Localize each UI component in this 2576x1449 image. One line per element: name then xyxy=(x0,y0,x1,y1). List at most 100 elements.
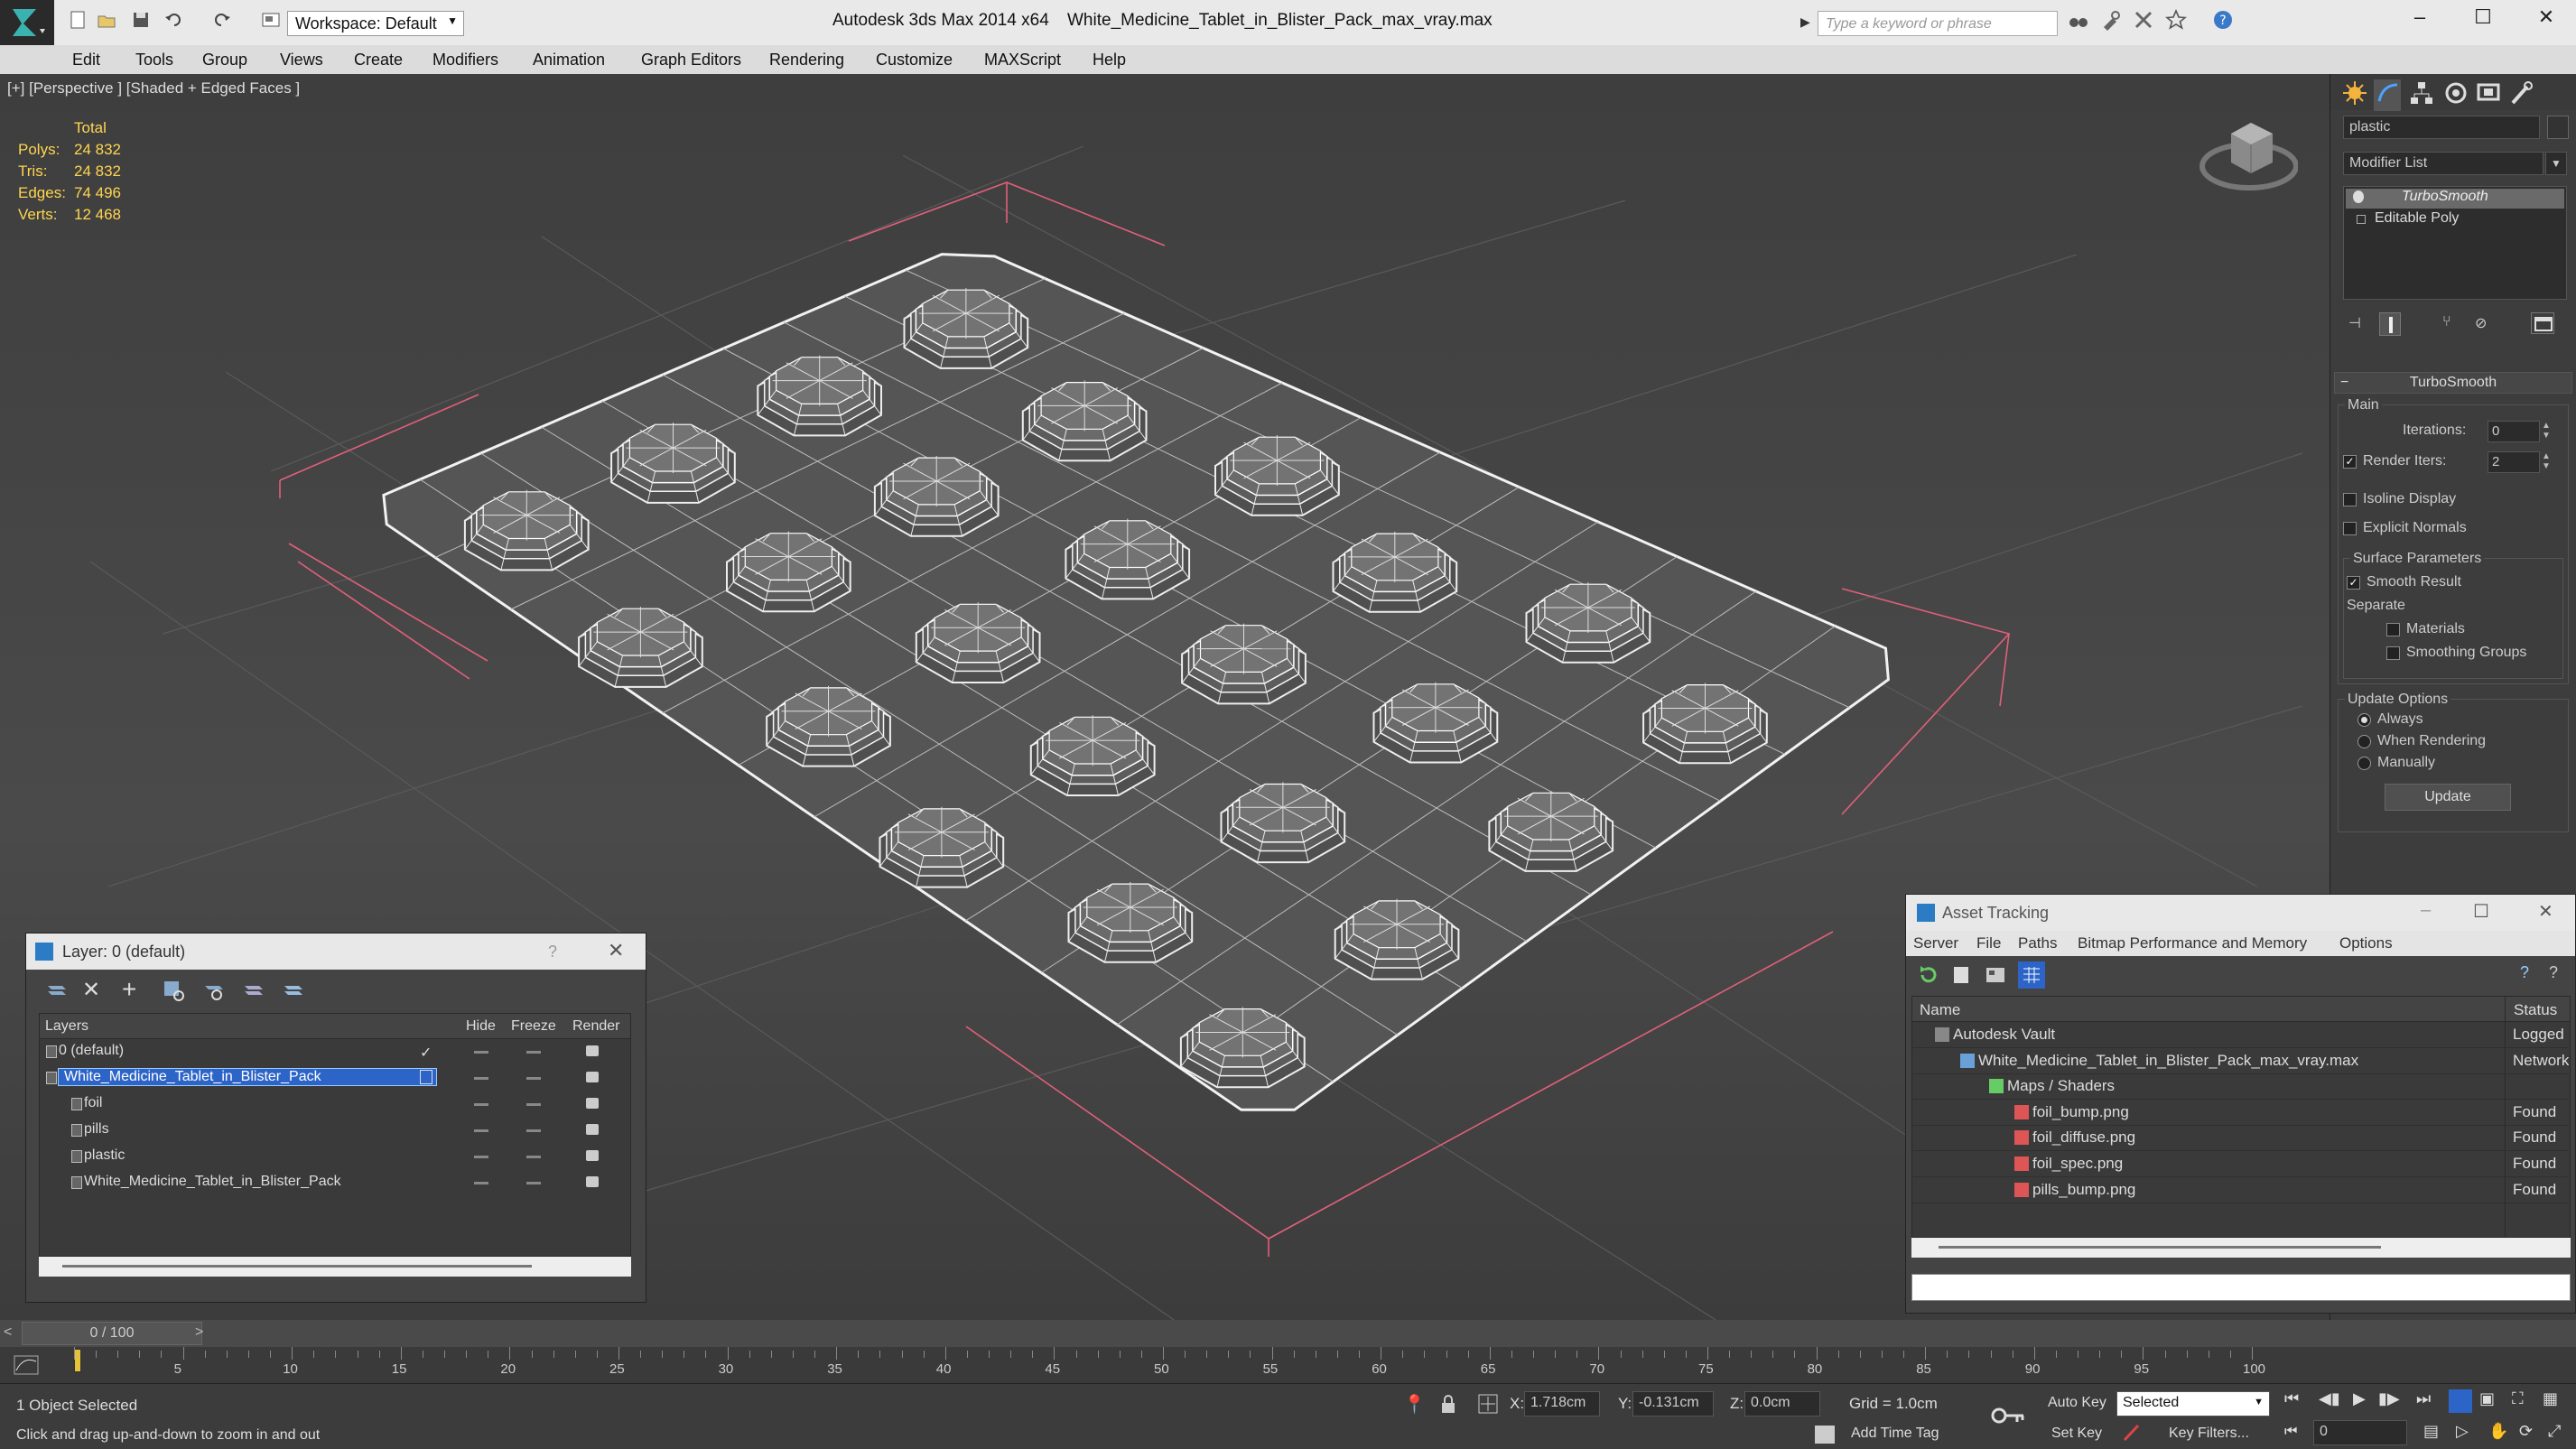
menu-customize[interactable]: Customize xyxy=(876,51,953,70)
display-tab-icon[interactable] xyxy=(2475,79,2502,111)
explicit-normals-checkbox[interactable] xyxy=(2343,522,2357,535)
hide-toggle-icon[interactable] xyxy=(474,1103,488,1106)
always-radio[interactable] xyxy=(2357,713,2371,727)
asset-scrollbar[interactable] xyxy=(1911,1238,2571,1258)
render-toggle-icon[interactable] xyxy=(586,1072,599,1082)
active-layer-check-icon[interactable]: ✓ xyxy=(420,1044,432,1061)
asset-row[interactable]: Maps / Shaders xyxy=(1913,1074,2569,1101)
help-icon[interactable]: ? xyxy=(2212,9,2234,31)
open-file-icon[interactable] xyxy=(96,9,117,31)
asset-scroll-thumb[interactable] xyxy=(1939,1246,2381,1249)
motion-tab-icon[interactable] xyxy=(2442,79,2469,111)
current-frame-field[interactable]: 0 xyxy=(2313,1420,2407,1445)
render-toggle-icon[interactable] xyxy=(586,1124,599,1135)
maximize-viewport-icon[interactable]: ▦ xyxy=(2543,1389,2558,1408)
close-icon[interactable]: ✕ xyxy=(2538,900,2553,923)
close-icon[interactable]: ✕ xyxy=(608,939,624,962)
time-config-icon[interactable]: ▤ xyxy=(2423,1422,2439,1441)
rollout-header[interactable]: − TurboSmooth xyxy=(2334,372,2572,394)
zoom-icon[interactable]: ▣ xyxy=(2479,1389,2495,1408)
active-layer-box[interactable] xyxy=(420,1070,432,1084)
search-arrow-icon[interactable]: ▶ xyxy=(1800,14,1810,30)
spinner-arrows-icon[interactable]: ▲ ▼ xyxy=(2542,421,2551,441)
layer-name[interactable]: foil xyxy=(84,1095,102,1111)
menu-modifiers[interactable]: Modifiers xyxy=(432,51,498,70)
layer-manager-dialog[interactable]: Layer: 0 (default) ? ✕ ✕ + Layers Hide F… xyxy=(25,933,646,1303)
object-color-swatch[interactable] xyxy=(2547,116,2569,139)
hide-toggle-icon[interactable] xyxy=(474,1051,488,1054)
go-to-end-icon[interactable]: ⏭ xyxy=(2416,1389,2431,1408)
time-next-arrow[interactable]: > xyxy=(195,1324,203,1341)
favorites-star-icon[interactable] xyxy=(2164,8,2188,31)
minimize-icon[interactable]: – xyxy=(2421,900,2431,921)
asset-menu-options[interactable]: Options xyxy=(2339,934,2393,952)
list-view-icon[interactable] xyxy=(1949,963,1973,987)
isoline-display-checkbox[interactable] xyxy=(2343,493,2357,506)
freeze-toggle-icon[interactable] xyxy=(526,1182,541,1184)
zoom-extents-icon[interactable] xyxy=(2449,1389,2472,1413)
col-hide[interactable]: Hide xyxy=(466,1018,496,1035)
menu-rendering[interactable]: Rendering xyxy=(769,51,844,70)
maximize-icon[interactable]: ☐ xyxy=(2473,900,2489,923)
configure-sets-icon[interactable] xyxy=(2531,312,2554,334)
key-mode-icon[interactable] xyxy=(1990,1400,2026,1431)
smooth-result-checkbox[interactable]: ✓ xyxy=(2347,576,2360,590)
layer-row[interactable]: foil xyxy=(39,1092,631,1118)
asset-menu-bitmap[interactable]: Bitmap Performance and Memory xyxy=(2078,934,2307,952)
pan-hand-icon[interactable]: ✋ xyxy=(2488,1422,2508,1441)
active-layer-box[interactable] xyxy=(420,1096,432,1110)
lock-selection-icon[interactable] xyxy=(1439,1395,1457,1415)
layer-name[interactable]: White_Medicine_Tablet_in_Blister_Pack xyxy=(58,1068,437,1086)
asset-menu-paths[interactable]: Paths xyxy=(2018,934,2057,952)
layer-name[interactable]: plastic xyxy=(84,1147,125,1164)
layer-row[interactable]: White_Medicine_Tablet_in_Blister_Pack xyxy=(39,1171,631,1196)
details-view-icon[interactable] xyxy=(1984,963,2007,987)
layer-row[interactable]: plastic xyxy=(39,1145,631,1170)
menu-graph-editors[interactable]: Graph Editors xyxy=(641,51,741,70)
active-layer-box[interactable] xyxy=(420,1122,432,1137)
project-folder-icon[interactable] xyxy=(260,9,282,31)
render-iters-spinner[interactable]: 2 xyxy=(2488,451,2540,473)
undo-icon[interactable] xyxy=(163,9,184,31)
freeze-toggle-icon[interactable] xyxy=(526,1129,541,1132)
create-tab-icon[interactable] xyxy=(2341,79,2368,111)
menu-group[interactable]: Group xyxy=(202,51,247,70)
lightbulb-icon[interactable] xyxy=(2353,190,2364,203)
arc-rotate-icon[interactable]: ⟳ xyxy=(2519,1422,2533,1441)
asset-row[interactable]: foil_diffuse.png Found xyxy=(1913,1126,2569,1152)
maximize-button[interactable]: ☐ xyxy=(2456,5,2510,38)
workspace-dropdown[interactable]: Workspace: Default ▼ xyxy=(287,11,464,36)
layer-dialog-help[interactable]: ? xyxy=(548,943,557,961)
layer-scrollbar[interactable] xyxy=(39,1257,631,1277)
table-view-icon[interactable] xyxy=(2018,961,2045,989)
key-mode-toggle-icon[interactable]: ⏮ xyxy=(2284,1424,2297,1440)
new-file-icon[interactable] xyxy=(67,9,88,31)
time-prev-arrow[interactable]: < xyxy=(4,1324,12,1341)
render-toggle-icon[interactable] xyxy=(586,1176,599,1187)
show-end-result-icon[interactable] xyxy=(2379,312,2401,336)
update-button[interactable]: Update xyxy=(2385,784,2511,811)
asset-menu-file[interactable]: File xyxy=(1976,934,2001,952)
col-name[interactable]: Name xyxy=(1920,1001,1960,1019)
save-file-icon[interactable] xyxy=(130,9,152,31)
manually-radio[interactable] xyxy=(2357,757,2371,770)
asset-menu-server[interactable]: Server xyxy=(1913,934,1958,952)
asset-tracking-dialog[interactable]: Asset Tracking – ☐ ✕ Server File Paths B… xyxy=(1905,894,2576,1314)
modifier-list-arrow[interactable]: ▼ xyxy=(2545,152,2567,175)
col-freeze[interactable]: Freeze xyxy=(511,1018,556,1035)
freeze-all-layers-icon[interactable] xyxy=(281,979,304,1002)
auto-key-button[interactable]: Auto Key xyxy=(2048,1395,2106,1411)
selection-set-dropdown[interactable]: Selected ▼ xyxy=(2116,1391,2270,1416)
close-window-button[interactable]: ✕ xyxy=(2519,5,2573,38)
layer-dialog-header[interactable]: Layer: 0 (default) ? ✕ xyxy=(26,933,646,970)
search-input[interactable]: Type a keyword or phrase xyxy=(1818,11,2058,36)
set-key-button[interactable]: Set Key xyxy=(2051,1426,2102,1442)
freeze-toggle-icon[interactable] xyxy=(526,1077,541,1080)
modify-tab-icon[interactable] xyxy=(2374,79,2401,111)
materials-checkbox[interactable] xyxy=(2386,623,2400,636)
menu-help[interactable]: Help xyxy=(1093,51,1126,70)
add-time-tag[interactable]: Add Time Tag xyxy=(1851,1426,1939,1442)
col-layers[interactable]: Layers xyxy=(45,1018,88,1035)
refresh-icon[interactable] xyxy=(1917,963,1940,987)
col-render[interactable]: Render xyxy=(572,1018,619,1035)
